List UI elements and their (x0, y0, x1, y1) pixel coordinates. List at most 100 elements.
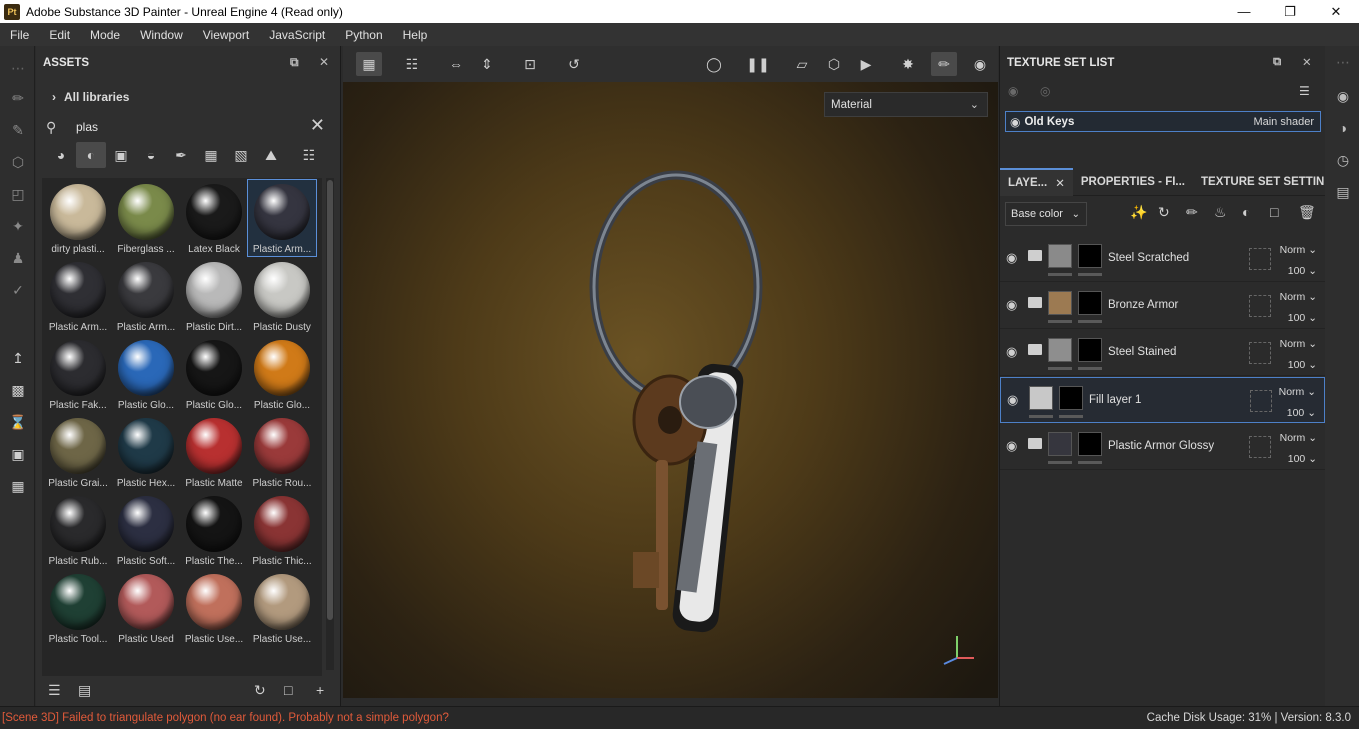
layer-row[interactable]: ◉ Steel Stained Norm ⌄ 100 ⌄ (1000, 330, 1325, 376)
asset-tile[interactable]: Plastic Matte (180, 414, 248, 490)
pause-icon[interactable]: ❚❚ (745, 52, 771, 76)
reset-view-icon[interactable]: ↺ (561, 52, 587, 76)
add-fill-layer-icon[interactable]: ♨ (1214, 204, 1227, 221)
grid-snap-icon[interactable]: ☷ (399, 52, 425, 76)
hide-icon[interactable]: ◯ (701, 52, 727, 76)
menu-window[interactable]: Window (130, 28, 193, 42)
texture-set-row[interactable]: ◉ Old Keys Main shader (1005, 111, 1321, 132)
projection-icon[interactable]: ⬡ (8, 152, 28, 172)
camera-frame-icon[interactable]: ▱ (789, 52, 815, 76)
opacity-field[interactable]: 100 ⌄ (1287, 407, 1316, 419)
close-window-button[interactable]: ✕ (1313, 0, 1359, 23)
visibility-all-icon[interactable]: ◉ (1008, 84, 1018, 98)
add-smart-mask-icon[interactable]: ◐ (1242, 204, 1250, 220)
asset-tile[interactable]: Plastic Used (112, 570, 180, 646)
hide-all-icon[interactable]: ◎ (1040, 84, 1050, 98)
tab-layers[interactable]: LAYE... ✕ (1000, 167, 1073, 196)
menu-python[interactable]: Python (335, 28, 392, 42)
asset-tile[interactable]: Plastic Use... (248, 570, 316, 646)
shader-name[interactable]: Main shader (1253, 116, 1314, 128)
eye-icon[interactable]: ◉ (1006, 438, 1017, 454)
layer-row[interactable]: ◉ Steel Scratched Norm ⌄ 100 ⌄ (1000, 236, 1325, 282)
layer-row[interactable]: ◉ Fill layer 1 Norm ⌄ 100 ⌄ (1000, 377, 1325, 423)
tab-properties[interactable]: PROPERTIES - FI... (1073, 168, 1193, 196)
symmetry-icon[interactable]: ⇔ (443, 52, 469, 76)
eye-icon[interactable]: ◉ (1006, 344, 1017, 360)
layer-mask-slot[interactable] (1249, 295, 1271, 317)
menu-viewport[interactable]: Viewport (193, 28, 259, 42)
eraser-icon[interactable]: ✎ (8, 120, 28, 140)
minimize-button[interactable]: — (1221, 0, 1267, 23)
filter-environments-icon[interactable]: ⛰ (256, 142, 286, 168)
asset-tile[interactable]: Plastic Tool... (44, 570, 112, 646)
asset-tile[interactable]: Plastic Dusty (248, 258, 316, 334)
layer-mask-slot[interactable] (1250, 390, 1272, 412)
blend-mode-select[interactable]: Norm ⌄ (1279, 386, 1316, 398)
view-options-icon[interactable]: ▤ (78, 682, 91, 699)
hourglass-icon[interactable]: ⌛ (8, 412, 28, 432)
filter-brushes-icon[interactable]: ✒ (166, 142, 196, 168)
delete-layer-icon[interactable]: 🗑 (1298, 204, 1316, 221)
refresh-icon[interactable]: ↻ (254, 682, 266, 699)
polygon-fill-icon[interactable]: ◰ (8, 184, 28, 204)
history-icon[interactable]: ◷ (1333, 150, 1353, 170)
asset-tile[interactable]: Plastic Glo... (112, 336, 180, 412)
layer-row[interactable]: ◉ Plastic Armor Glossy Norm ⌄ 100 ⌄ (1000, 424, 1325, 470)
opacity-field[interactable]: 100 ⌄ (1288, 453, 1317, 465)
close-panel-icon[interactable]: ✕ (1302, 55, 1312, 69)
asset-tile[interactable]: Plastic Arm... (247, 179, 317, 257)
opacity-field[interactable]: 100 ⌄ (1288, 265, 1317, 277)
close-tab-icon[interactable]: ✕ (1055, 176, 1065, 190)
asset-tile[interactable]: Plastic Fak... (44, 336, 112, 412)
opacity-field[interactable]: 100 ⌄ (1288, 359, 1317, 371)
align-icon[interactable]: ⇕ (474, 52, 500, 76)
paint-brush-icon[interactable]: ✏ (8, 88, 28, 108)
clone-stamp-icon[interactable]: ♟ (8, 248, 28, 268)
filter-smart-masks-icon[interactable]: ▣ (106, 142, 136, 168)
eye-icon[interactable]: ◉ (1007, 392, 1018, 408)
asset-tile[interactable]: Plastic Soft... (112, 492, 180, 568)
menu-icon[interactable]: ☰ (1299, 84, 1310, 98)
asset-tile[interactable]: Plastic Use... (180, 570, 248, 646)
filter-smart-materials-icon[interactable]: ◐ (76, 142, 106, 168)
asset-tile[interactable]: Fiberglass ... (112, 180, 180, 256)
selection-mode-icon[interactable]: ▦ (356, 52, 382, 76)
menu-file[interactable]: File (0, 28, 39, 42)
asset-tile[interactable]: Plastic The... (180, 492, 248, 568)
menu-help[interactable]: Help (393, 28, 438, 42)
screenshot-icon[interactable]: ◉ (967, 52, 993, 76)
asset-tile[interactable]: Plastic Arm... (112, 258, 180, 334)
asset-tile[interactable]: Latex Black (180, 180, 248, 256)
asset-tile[interactable]: Plastic Dirt... (180, 258, 248, 334)
asset-tile[interactable]: Plastic Glo... (180, 336, 248, 412)
layer-row[interactable]: ◉ Bronze Armor Norm ⌄ 100 ⌄ (1000, 283, 1325, 329)
asset-tile[interactable]: Plastic Hex... (112, 414, 180, 490)
add-paint-layer-icon[interactable]: ✏ (1186, 204, 1198, 221)
add-folder-icon[interactable]: □ (1270, 204, 1278, 220)
environment-icon[interactable]: ◑ (1333, 118, 1353, 138)
asset-scrollbar[interactable] (326, 178, 334, 670)
cube-icon[interactable]: ⬡ (821, 52, 847, 76)
menu-edit[interactable]: Edit (39, 28, 80, 42)
smudge-icon[interactable]: ✦ (8, 216, 28, 236)
undock-icon[interactable]: ⧉ (1273, 56, 1281, 69)
asset-tile[interactable]: Plastic Thic... (248, 492, 316, 568)
shader-settings-icon[interactable]: ▦ (8, 476, 28, 496)
tab-texture-set-settings[interactable]: TEXTURE SET SETTIN... (1193, 168, 1342, 196)
video-camera-icon[interactable]: ▶ (853, 52, 879, 76)
maximize-button[interactable]: ❐ (1267, 0, 1313, 23)
filter-all-icon[interactable]: ☷ (294, 142, 324, 168)
filter-materials-icon[interactable]: ◕ (46, 142, 76, 168)
layer-channel-select[interactable]: Base color ⌄ (1005, 202, 1087, 226)
asset-tile[interactable]: Plastic Glo... (248, 336, 316, 412)
frame-icon[interactable]: ⊡ (517, 52, 543, 76)
layer-mask-slot[interactable] (1249, 248, 1271, 270)
viewport-channel-select[interactable]: Material ⌄ (824, 92, 988, 117)
eye-icon[interactable]: ◉ (1006, 250, 1017, 266)
add-asset-icon[interactable]: + (316, 682, 324, 698)
undock-icon[interactable]: ⧉ (290, 55, 299, 70)
new-folder-icon[interactable]: □ (284, 682, 292, 698)
blend-mode-select[interactable]: Norm ⌄ (1280, 338, 1317, 350)
filter-filters-icon[interactable]: ◒ (136, 142, 166, 168)
blend-mode-select[interactable]: Norm ⌄ (1280, 244, 1317, 256)
